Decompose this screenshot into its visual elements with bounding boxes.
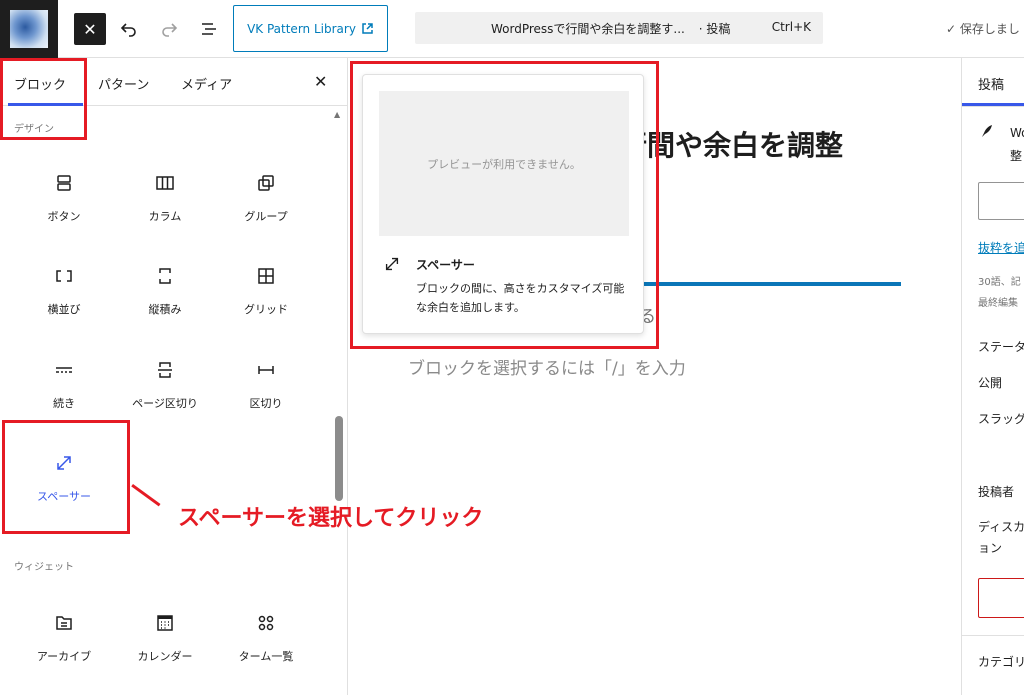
discussion-label-line-2[interactable]: ョン — [978, 539, 1002, 556]
tab-post[interactable]: 投稿 — [978, 74, 1004, 93]
categories-panel-toggle[interactable]: カテゴリ — [978, 653, 1024, 670]
annotation-highlight-blocks-tab — [0, 58, 87, 140]
columns-icon — [115, 168, 215, 198]
command-bar-title: WordPressで行間や余白を調整す... · 投稿 — [491, 20, 730, 37]
status-label[interactable]: ステータ — [978, 338, 1024, 355]
command-palette-bar[interactable]: WordPressで行間や余白を調整す... · 投稿 Ctrl+K — [415, 12, 823, 44]
scroll-up-arrow-icon[interactable]: ▲ — [334, 110, 344, 120]
post-icon — [980, 124, 994, 142]
archive-icon — [14, 608, 114, 638]
category-widgets-label: ウィジェット — [14, 562, 74, 573]
block-item-columns[interactable]: カラム — [115, 168, 215, 248]
last-edited-info: 最終編集 — [978, 298, 1018, 309]
page-break-icon — [115, 355, 215, 385]
block-item-grid[interactable]: グリッド — [216, 261, 316, 341]
publish-label[interactable]: 公開 — [978, 374, 1002, 391]
block-item-row[interactable]: 横並び — [14, 261, 114, 341]
block-label: ターム一覧 — [238, 650, 294, 663]
document-overview-button[interactable] — [193, 13, 225, 45]
annotation-callout: スペーサーを選択してクリック — [178, 506, 484, 531]
annotation-highlight-spacer — [2, 420, 130, 534]
saved-status: ✓ 保存しまし — [946, 20, 1020, 37]
highlighted-field[interactable] — [978, 578, 1024, 618]
block-item-archives[interactable]: アーカイブ — [14, 608, 114, 688]
separator-icon — [216, 355, 316, 385]
site-icon-button[interactable] — [0, 0, 58, 58]
author-label[interactable]: 投稿者 — [978, 483, 1014, 500]
block-label: カレンダー — [137, 650, 193, 663]
block-item-page-break[interactable]: ページ区切り — [115, 355, 215, 435]
post-card-title-line-1: Wo — [1010, 126, 1024, 140]
block-item-buttons[interactable]: ボタン — [14, 168, 114, 248]
editor-header: ✕ VK Pattern Library WordPressで行間や余白を調整す… — [0, 0, 1024, 58]
document-title: WordPressで行間や余白を調整す... — [491, 22, 685, 36]
block-item-stack[interactable]: 縦積み — [115, 261, 215, 341]
block-label: ボタン — [47, 210, 81, 223]
external-link-icon — [362, 23, 373, 34]
more-icon — [14, 355, 114, 385]
tab-media[interactable]: メディア — [181, 74, 232, 93]
site-logo-thumbnail — [10, 10, 48, 48]
block-appender-placeholder[interactable]: ブロックを選択するには「/」を入力 — [408, 354, 686, 379]
row-icon — [14, 261, 114, 291]
slug-label[interactable]: スラッグ — [978, 410, 1024, 427]
stack-icon — [115, 261, 215, 291]
document-type: · 投稿 — [698, 22, 731, 36]
close-inserter-button[interactable]: ✕ — [74, 13, 106, 45]
close-icon: ✕ — [83, 19, 97, 39]
block-label: アーカイブ — [36, 650, 92, 663]
block-item-calendar[interactable]: カレンダー — [115, 608, 215, 688]
undo-button[interactable] — [113, 13, 145, 45]
block-item-group[interactable]: グループ — [216, 168, 316, 248]
saved-label: 保存しまし — [959, 22, 1020, 36]
redo-icon — [162, 23, 178, 37]
vk-pattern-library-button[interactable]: VK Pattern Library — [233, 5, 388, 52]
annotation-highlight-preview — [350, 61, 659, 349]
buttons-icon — [14, 168, 114, 198]
calendar-icon — [115, 608, 215, 638]
list-view-icon — [202, 23, 216, 35]
group-icon — [216, 168, 316, 198]
tab-patterns[interactable]: パターン — [98, 74, 149, 93]
close-panel-icon[interactable]: ✕ — [314, 72, 327, 91]
undo-icon — [120, 23, 136, 37]
block-inserter-panel: ブロック パターン メディア ✕ デザイン ▲ ボタン カラム グループ 横並び — [0, 58, 348, 695]
post-card-title-line-2: 整 — [1010, 149, 1023, 163]
block-label: ページ区切り — [132, 397, 198, 410]
sidebar-header-divider — [962, 106, 1024, 107]
terms-list-icon — [216, 608, 316, 638]
grid-icon — [216, 261, 316, 291]
block-label: 区切り — [249, 397, 283, 410]
vk-pattern-library-label: VK Pattern Library — [247, 21, 356, 36]
inserter-scrollbar[interactable] — [335, 416, 343, 501]
block-item-terms-list[interactable]: ターム一覧 — [216, 608, 316, 688]
settings-sidebar: 投稿 Wo 整 抜粋を追 30語、記 最終編集 ステータ 公開 スラッグ 投稿者… — [961, 58, 1024, 695]
featured-image-field[interactable] — [978, 182, 1024, 220]
keyboard-shortcut: Ctrl+K — [771, 20, 811, 34]
block-label: 横並び — [47, 303, 81, 316]
excerpt-link[interactable]: 抜粋を追 — [978, 239, 1024, 256]
block-item-separator[interactable]: 区切り — [216, 355, 316, 435]
block-label: カラム — [148, 210, 182, 223]
block-label: 縦積み — [148, 303, 182, 316]
sidebar-divider — [962, 635, 1024, 636]
redo-button[interactable] — [153, 13, 185, 45]
discussion-label-line-1[interactable]: ディスカ — [978, 518, 1024, 535]
block-label: 続き — [53, 397, 75, 410]
block-label: グリッド — [244, 303, 288, 316]
word-count-info: 30語、記 — [978, 277, 1021, 288]
checkmark-icon: ✓ — [946, 22, 957, 36]
block-label: グループ — [244, 210, 288, 223]
